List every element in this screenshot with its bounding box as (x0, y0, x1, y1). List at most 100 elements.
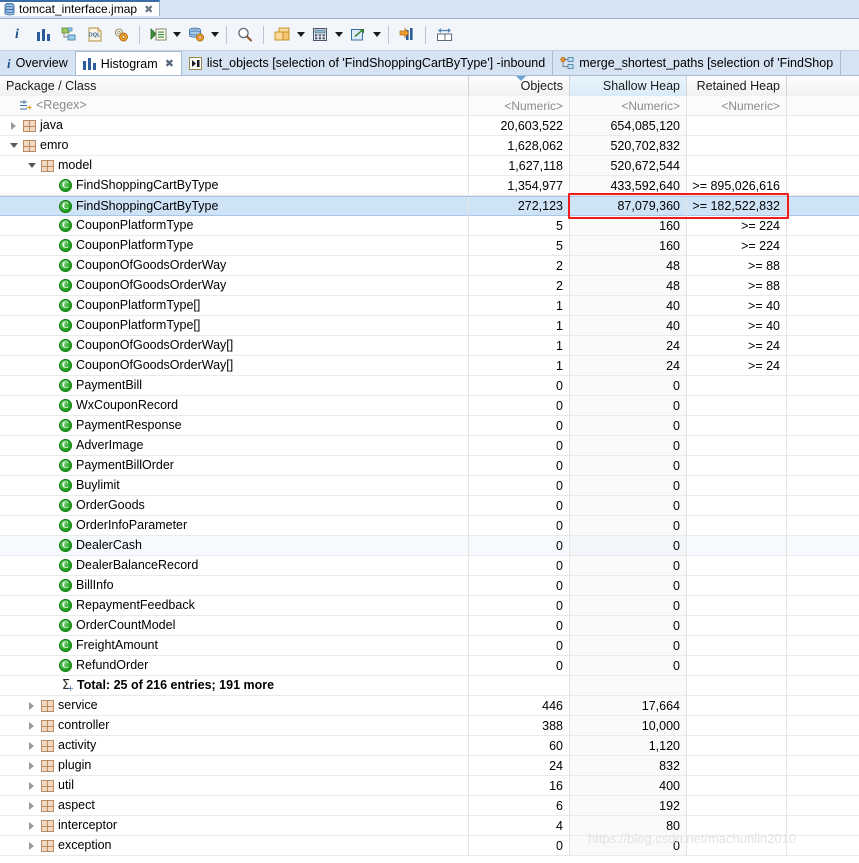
cell-objects[interactable]: 0 (469, 416, 570, 435)
cell-shallow-heap[interactable]: 0 (570, 576, 687, 595)
table-row[interactable]: C DealerCash 0 0 (0, 536, 859, 556)
cell-retained-heap[interactable]: >= 24 (687, 356, 787, 375)
cell-package-class[interactable]: emro (0, 136, 469, 155)
cell-package-class[interactable]: C OrderCountModel (0, 616, 469, 635)
table-row[interactable]: model 1,627,118 520,672,544 (0, 156, 859, 176)
cell-retained-heap[interactable] (687, 796, 787, 815)
expand-arrow-icon[interactable] (26, 756, 37, 775)
cell-package-class[interactable]: C FindShoppingCartByType (0, 196, 469, 216)
cell-objects[interactable]: 1 (469, 296, 570, 315)
editor-tab-jmap[interactable]: tomcat_interface.jmap ✖ (0, 0, 161, 16)
cell-objects[interactable] (469, 676, 570, 695)
run-expert-system-test-icon[interactable] (145, 22, 171, 48)
cell-shallow-heap[interactable]: 0 (570, 376, 687, 395)
cell-shallow-heap[interactable]: 40 (570, 296, 687, 315)
cell-shallow-heap[interactable]: 520,702,832 (570, 136, 687, 155)
calculator-dropdown-icon[interactable] (333, 22, 345, 48)
table-row[interactable]: controller 388 10,000 (0, 716, 859, 736)
find-icon[interactable] (232, 22, 258, 48)
cell-retained-heap[interactable] (687, 116, 787, 135)
cell-retained-heap[interactable]: >= 40 (687, 296, 787, 315)
cell-shallow-heap[interactable]: 0 (570, 496, 687, 515)
calculator-icon[interactable] (307, 22, 333, 48)
cell-shallow-heap[interactable]: 832 (570, 756, 687, 775)
cell-retained-heap[interactable] (687, 636, 787, 655)
cell-objects[interactable]: 2 (469, 276, 570, 295)
cell-package-class[interactable]: C CouponOfGoodsOrderWay[] (0, 356, 469, 375)
cell-objects[interactable]: 0 (469, 476, 570, 495)
cell-shallow-heap[interactable]: 400 (570, 776, 687, 795)
cell-package-class[interactable]: C CouponPlatformType (0, 236, 469, 255)
filter-cell-retained[interactable]: <Numeric> (687, 96, 787, 115)
cell-retained-heap[interactable]: >= 40 (687, 316, 787, 335)
cell-package-class[interactable]: C PaymentResponse (0, 416, 469, 435)
cell-objects[interactable]: 0 (469, 576, 570, 595)
cell-package-class[interactable]: C CouponOfGoodsOrderWay[] (0, 336, 469, 355)
cell-objects[interactable]: 16 (469, 776, 570, 795)
cell-package-class[interactable]: C PaymentBill (0, 376, 469, 395)
cell-retained-heap[interactable] (687, 156, 787, 175)
cell-retained-heap[interactable] (687, 476, 787, 495)
cell-objects[interactable]: 60 (469, 736, 570, 755)
query-browser-icon[interactable] (183, 22, 209, 48)
cell-objects[interactable]: 0 (469, 656, 570, 675)
cell-shallow-heap[interactable]: 0 (570, 836, 687, 855)
cell-objects[interactable]: 0 (469, 636, 570, 655)
cell-retained-heap[interactable] (687, 736, 787, 755)
cell-retained-heap[interactable] (687, 556, 787, 575)
cell-shallow-heap[interactable]: 160 (570, 236, 687, 255)
table-row[interactable]: C FindShoppingCartByType 272,123 87,079,360… (0, 196, 859, 216)
filter-cell-package-class[interactable]: <Regex> (0, 96, 469, 115)
cell-objects[interactable]: 0 (469, 456, 570, 475)
cell-shallow-heap[interactable]: 24 (570, 356, 687, 375)
group-by-icon[interactable] (269, 22, 295, 48)
table-row[interactable]: C FindShoppingCartByType 1,354,977 433,592,… (0, 176, 859, 196)
tab-list-objects[interactable]: list_objects [selection of 'FindShopping… (182, 51, 554, 75)
table-row[interactable]: C CouponOfGoodsOrderWay[] 1 24 >= 24 (0, 336, 859, 356)
split-layout-icon[interactable] (431, 22, 457, 48)
cell-shallow-heap[interactable]: 0 (570, 596, 687, 615)
cell-retained-heap[interactable]: >= 24 (687, 336, 787, 355)
tab-histogram[interactable]: Histogram ✖ (75, 51, 182, 75)
table-row[interactable]: C WxCouponRecord 0 0 (0, 396, 859, 416)
cell-shallow-heap[interactable]: 48 (570, 256, 687, 275)
table-row[interactable]: C Buylimit 0 0 (0, 476, 859, 496)
cell-objects[interactable]: 0 (469, 536, 570, 555)
group-by-dropdown-icon[interactable] (295, 22, 307, 48)
cell-shallow-heap[interactable]: 24 (570, 336, 687, 355)
tab-merge-shortest-paths[interactable]: merge_shortest_paths [selection of 'Find… (553, 51, 842, 75)
table-row[interactable]: activity 60 1,120 (0, 736, 859, 756)
table-row[interactable]: plugin 24 832 (0, 756, 859, 776)
cell-package-class[interactable]: C WxCouponRecord (0, 396, 469, 415)
cell-objects[interactable]: 6 (469, 796, 570, 815)
cell-objects[interactable]: 388 (469, 716, 570, 735)
table-row[interactable]: C OrderGoods 0 0 (0, 496, 859, 516)
cell-retained-heap[interactable]: >= 88 (687, 276, 787, 295)
cell-shallow-heap[interactable]: 0 (570, 456, 687, 475)
cell-package-class[interactable]: C PaymentBillOrder (0, 456, 469, 475)
cell-objects[interactable]: 0 (469, 376, 570, 395)
cell-shallow-heap[interactable]: 1,120 (570, 736, 687, 755)
oql-icon[interactable]: OQL (82, 22, 108, 48)
cell-shallow-heap[interactable]: 192 (570, 796, 687, 815)
cell-objects[interactable]: 0 (469, 496, 570, 515)
cell-retained-heap[interactable] (687, 596, 787, 615)
cell-package-class[interactable]: C CouponOfGoodsOrderWay (0, 276, 469, 295)
histogram-icon[interactable] (30, 22, 56, 48)
collapse-arrow-icon[interactable] (8, 136, 19, 155)
cell-retained-heap[interactable] (687, 616, 787, 635)
cell-retained-heap[interactable] (687, 576, 787, 595)
cell-shallow-heap[interactable]: 0 (570, 396, 687, 415)
cell-retained-heap[interactable] (687, 696, 787, 715)
table-row[interactable]: aspect 6 192 (0, 796, 859, 816)
collapse-arrow-icon[interactable] (26, 156, 37, 175)
cell-shallow-heap[interactable]: 0 (570, 476, 687, 495)
expand-arrow-icon[interactable] (26, 736, 37, 755)
expand-arrow-icon[interactable] (26, 836, 37, 855)
cell-retained-heap[interactable] (687, 656, 787, 675)
cell-objects[interactable]: 1,627,118 (469, 156, 570, 175)
table-row[interactable]: C CouponOfGoodsOrderWay 2 48 >= 88 (0, 256, 859, 276)
cell-package-class[interactable]: util (0, 776, 469, 795)
cell-shallow-heap[interactable]: 0 (570, 436, 687, 455)
cell-retained-heap[interactable] (687, 836, 787, 855)
